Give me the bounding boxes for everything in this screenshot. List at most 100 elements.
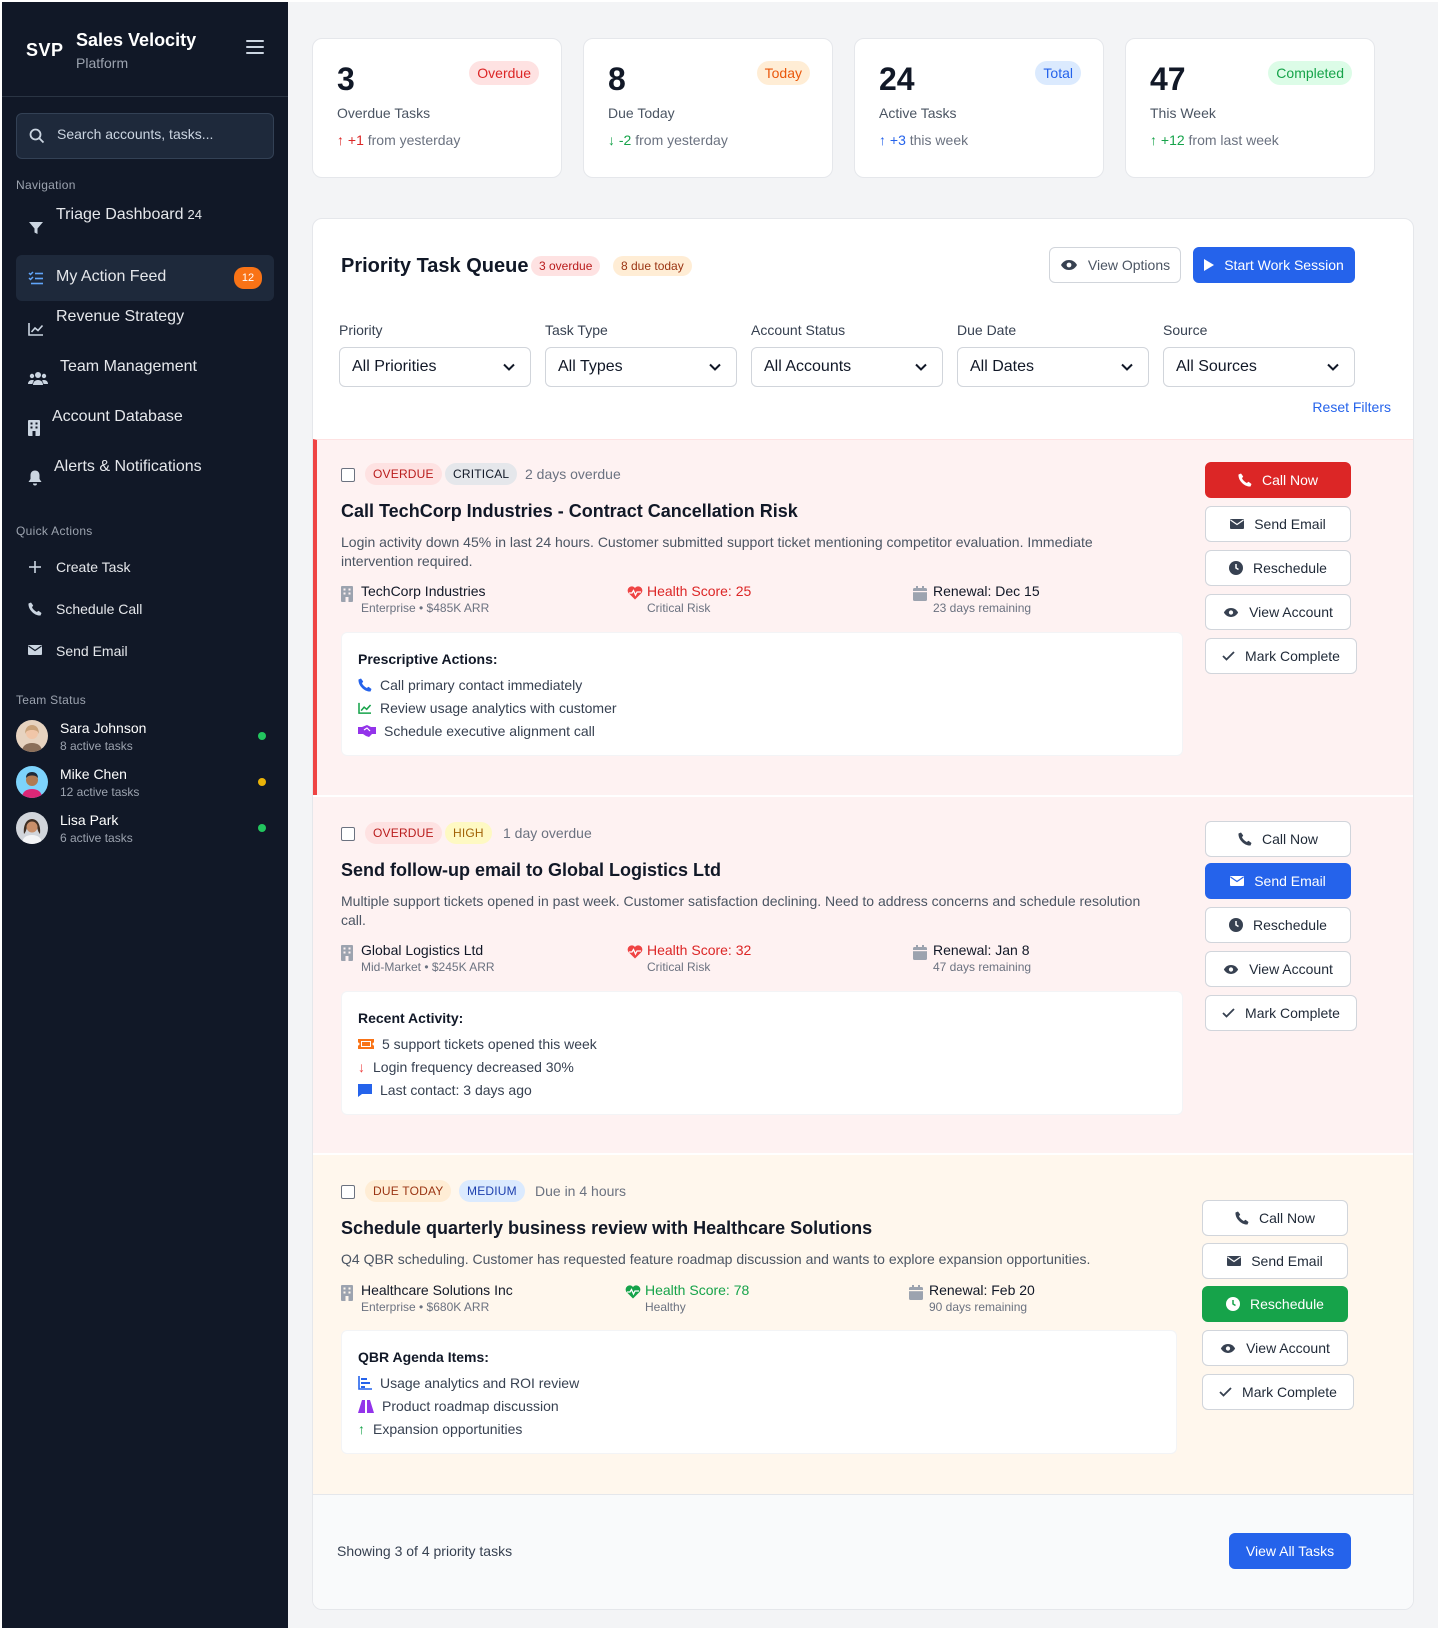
- send-email-quick-button[interactable]: Send Email: [16, 634, 274, 670]
- phone-icon: [1235, 1211, 1249, 1225]
- source-filter-select[interactable]: All Sources: [1163, 347, 1355, 387]
- call-now-button[interactable]: Call Now: [1205, 821, 1351, 857]
- task-checkbox[interactable]: [341, 468, 355, 482]
- view-account-button[interactable]: View Account: [1202, 1330, 1348, 1366]
- renewal-date: Renewal: Jan 8: [933, 942, 1030, 958]
- view-all-tasks-button[interactable]: View All Tasks: [1229, 1533, 1351, 1569]
- button-label: Call Now: [1258, 1210, 1315, 1226]
- task-title[interactable]: Schedule quarterly business review with …: [341, 1218, 872, 1239]
- quick-action-label: Schedule Call: [56, 601, 143, 617]
- send-email-button[interactable]: Send Email: [1202, 1243, 1348, 1279]
- phone-icon: [28, 602, 42, 616]
- search-input[interactable]: [57, 126, 263, 142]
- list-item-text: Review usage analytics with customer: [380, 700, 617, 716]
- stat-delta: -2: [618, 132, 632, 148]
- stat-card-overdue[interactable]: 3 Overdue Overdue Tasks ↑ +1 from yester…: [312, 38, 562, 178]
- reset-filters-link[interactable]: Reset Filters: [1312, 399, 1391, 415]
- task-title[interactable]: Call TechCorp Industries - Contract Canc…: [341, 501, 798, 522]
- health-score: Health Score: 25: [647, 583, 752, 599]
- building-icon: [341, 1285, 353, 1301]
- button-label: Mark Complete: [1242, 1384, 1337, 1400]
- sidebar-item-account-database[interactable]: Account Database: [16, 402, 274, 448]
- eye-icon: [1223, 607, 1239, 617]
- team-member-mike[interactable]: Mike Chen 12 active tasks: [16, 764, 274, 808]
- sidebar-item-team-management[interactable]: Team Management: [16, 352, 274, 398]
- create-task-button[interactable]: Create Task: [16, 550, 274, 586]
- account-name[interactable]: Global Logistics Ltd: [361, 942, 483, 958]
- reschedule-button[interactable]: Reschedule: [1205, 550, 1351, 586]
- call-now-button[interactable]: Call Now: [1202, 1200, 1348, 1236]
- sidebar-item-label: Alerts & Notifications: [54, 458, 202, 475]
- mark-complete-button[interactable]: Mark Complete: [1202, 1374, 1354, 1410]
- stat-number: 3: [337, 61, 355, 97]
- filter-label: Account Status: [751, 322, 846, 338]
- send-email-button[interactable]: Send Email: [1205, 863, 1351, 899]
- task-title[interactable]: Send follow-up email to Global Logistics…: [341, 860, 721, 881]
- mark-complete-button[interactable]: Mark Complete: [1205, 638, 1357, 674]
- select-value: All Priorities: [352, 358, 437, 375]
- send-email-button[interactable]: Send Email: [1205, 506, 1351, 542]
- view-account-button[interactable]: View Account: [1205, 594, 1351, 630]
- view-account-button[interactable]: View Account: [1205, 951, 1351, 987]
- check-icon: [1222, 651, 1235, 661]
- envelope-icon: [1230, 876, 1245, 886]
- sidebar-item-revenue-strategy[interactable]: Revenue Strategy: [16, 302, 274, 348]
- account-info: Global Logistics Ltd Mid-Market • $245K …: [341, 942, 601, 976]
- health-score: Health Score: 32: [647, 942, 752, 958]
- button-label: Reschedule: [1253, 917, 1327, 933]
- stat-number: 8: [608, 61, 626, 97]
- button-label: View Account: [1246, 1340, 1330, 1356]
- reschedule-button[interactable]: Reschedule: [1205, 907, 1351, 943]
- stat-card-completed[interactable]: 47 Completed This Week ↑ +12 from last w…: [1125, 38, 1375, 178]
- team-member-lisa[interactable]: Lisa Park 6 active tasks: [16, 810, 274, 854]
- start-work-session-button[interactable]: Start Work Session: [1193, 247, 1355, 283]
- stat-delta: +1: [347, 132, 364, 148]
- account-status-filter-select[interactable]: All Accounts: [751, 347, 943, 387]
- due-status: 1 day overdue: [503, 825, 592, 841]
- renewal-date: Renewal: Dec 15: [933, 583, 1040, 599]
- list-item: Usage analytics and ROI review: [358, 1375, 579, 1391]
- sidebar-item-label: Account Database: [52, 408, 183, 425]
- main-content: 3 Overdue Overdue Tasks ↑ +1 from yester…: [288, 2, 1438, 1628]
- button-label: View Options: [1087, 257, 1171, 273]
- health-meta: Critical Risk: [647, 960, 711, 974]
- account-name[interactable]: Healthcare Solutions Inc: [361, 1282, 513, 1298]
- view-options-button[interactable]: View Options: [1049, 247, 1181, 283]
- building-icon: [28, 420, 40, 436]
- priority-filter-select[interactable]: All Priorities: [339, 347, 531, 387]
- filter-label: Task Type: [545, 322, 608, 338]
- team-status-heading: Team Status: [16, 693, 86, 707]
- list-item-text: Schedule executive alignment call: [384, 723, 595, 739]
- status-badge: OVERDUE: [365, 463, 442, 485]
- reschedule-button[interactable]: Reschedule: [1202, 1286, 1348, 1322]
- stat-card-active[interactable]: 24 Total Active Tasks ↑ +3 this week: [854, 38, 1104, 178]
- due-date-filter-select[interactable]: All Dates: [957, 347, 1149, 387]
- list-item: Schedule executive alignment call: [358, 723, 595, 739]
- button-label: Mark Complete: [1245, 1005, 1340, 1021]
- button-label: Send Email: [1254, 873, 1326, 889]
- phone-icon: [1238, 832, 1252, 846]
- queue-footer: Showing 3 of 4 priority tasks View All T…: [313, 1494, 1413, 1609]
- status-badge: DUE TODAY: [365, 1180, 452, 1202]
- account-name[interactable]: TechCorp Industries: [361, 583, 486, 599]
- envelope-icon: [1230, 519, 1245, 529]
- priority-badge: HIGH: [445, 822, 492, 844]
- check-icon: [1222, 1008, 1235, 1018]
- task-checkbox[interactable]: [341, 1185, 355, 1199]
- mark-complete-button[interactable]: Mark Complete: [1205, 995, 1357, 1031]
- task-card: OVERDUE CRITICAL 2 days overdue Call Tec…: [313, 439, 1413, 795]
- task-checkbox[interactable]: [341, 827, 355, 841]
- renewal-info: Renewal: Feb 20 90 days remaining: [909, 1282, 1169, 1316]
- sidebar-item-my-action-feed[interactable]: My Action Feed 12: [16, 255, 274, 301]
- sidebar-item-triage-dashboard[interactable]: Triage Dashboard 24: [16, 200, 274, 246]
- sidebar-item-alerts[interactable]: Alerts & Notifications: [16, 452, 274, 498]
- task-type-filter-select[interactable]: All Types: [545, 347, 737, 387]
- stat-label: Active Tasks: [879, 105, 957, 121]
- team-member-sara[interactable]: Sara Johnson 8 active tasks: [16, 718, 274, 762]
- hamburger-menu-icon[interactable]: [246, 40, 264, 54]
- schedule-call-button[interactable]: Schedule Call: [16, 592, 274, 628]
- call-now-button[interactable]: Call Now: [1205, 462, 1351, 498]
- stat-card-today[interactable]: 8 Today Due Today ↓ -2 from yesterday: [583, 38, 833, 178]
- arrow-up-icon: ↑: [337, 132, 344, 148]
- list-item: Last contact: 3 days ago: [358, 1082, 532, 1098]
